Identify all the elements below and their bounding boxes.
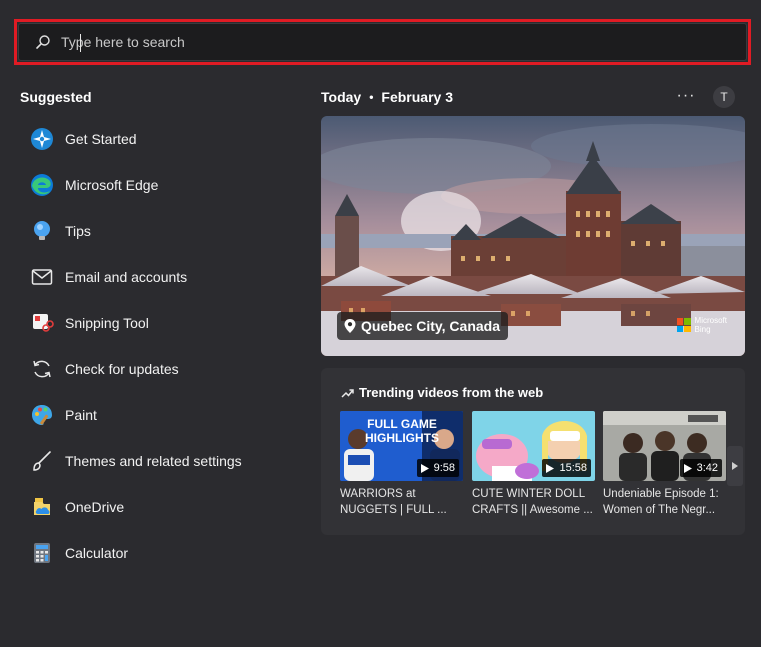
suggested-item-label: Microsoft Edge bbox=[65, 177, 159, 193]
today-header: Today • February 3 bbox=[321, 89, 453, 105]
date-separator: • bbox=[369, 90, 374, 104]
video-duration-badge: 15:58 bbox=[542, 459, 591, 477]
video-title-line2: NUGGETS | FULL ... bbox=[340, 504, 447, 516]
suggested-item-label: OneDrive bbox=[65, 499, 125, 515]
video-duration: 15:58 bbox=[559, 462, 587, 474]
brush-icon bbox=[30, 449, 54, 473]
suggested-item-label: Email and accounts bbox=[65, 269, 188, 285]
more-options-button[interactable]: ··· bbox=[674, 84, 698, 108]
trending-up-icon bbox=[341, 388, 354, 398]
suggested-item-label: Themes and related settings bbox=[65, 453, 242, 469]
video-thumbnail: 3:42 bbox=[603, 411, 726, 481]
trending-videos-card: Trending videos from the web FULL GAME H… bbox=[321, 368, 745, 535]
location-pin-icon bbox=[344, 319, 356, 333]
mail-icon bbox=[30, 265, 54, 289]
location-badge[interactable]: Quebec City, Canada bbox=[337, 312, 509, 340]
video-title: Undeniable Episode 1: Women of The Negr.… bbox=[603, 486, 726, 518]
video-card-3[interactable]: 3:42 Undeniable Episode 1: Women of The … bbox=[603, 411, 726, 518]
text-caret bbox=[80, 34, 81, 52]
video-title-line1: CUTE WINTER DOLL bbox=[472, 488, 586, 500]
edge-icon bbox=[30, 173, 54, 197]
trending-title-text: Trending videos from the web bbox=[359, 385, 544, 400]
tips-icon bbox=[30, 219, 54, 243]
suggested-item-get-started[interactable]: Get Started bbox=[20, 116, 300, 162]
bing-brand-line2: Bing bbox=[694, 325, 711, 334]
video-card-1[interactable]: FULL GAME HIGHLIGHTS 9:58 WARRIORS at NU… bbox=[340, 411, 463, 518]
thumb-text-line1: FULL GAME bbox=[367, 417, 437, 431]
suggested-item-calculator[interactable]: Calculator bbox=[20, 530, 300, 576]
video-thumbnail: FULL GAME HIGHLIGHTS 9:58 bbox=[340, 411, 463, 481]
suggested-item-check-for-updates[interactable]: Check for updates bbox=[20, 346, 300, 392]
suggested-item-onedrive[interactable]: OneDrive bbox=[20, 484, 300, 530]
today-label: Today bbox=[321, 89, 362, 105]
paint-icon bbox=[30, 403, 54, 427]
calculator-icon bbox=[30, 541, 54, 565]
location-name: Quebec City, Canada bbox=[361, 318, 501, 334]
video-title: CUTE WINTER DOLL CRAFTS || Awesome ... bbox=[472, 486, 595, 518]
scroll-right-button[interactable] bbox=[727, 446, 743, 486]
play-icon bbox=[546, 463, 555, 473]
video-title: WARRIORS at NUGGETS | FULL ... bbox=[340, 486, 463, 518]
suggested-item-label: Get Started bbox=[65, 131, 137, 147]
suggested-item-label: Snipping Tool bbox=[65, 315, 149, 331]
video-card-2[interactable]: 15:58 CUTE WINTER DOLL CRAFTS || Awesome… bbox=[472, 411, 595, 518]
play-icon bbox=[683, 463, 692, 473]
trending-title: Trending videos from the web bbox=[341, 385, 543, 400]
microsoft-bing-logo: Microsoft Bing bbox=[676, 316, 727, 334]
suggested-item-label: Check for updates bbox=[65, 361, 179, 377]
suggested-item-email-and-accounts[interactable]: Email and accounts bbox=[20, 254, 300, 300]
suggested-item-themes-and-related-settings[interactable]: Themes and related settings bbox=[20, 438, 300, 484]
snipping-tool-icon bbox=[30, 311, 54, 335]
suggested-item-microsoft-edge[interactable]: Microsoft Edge bbox=[20, 162, 300, 208]
bing-brand-line1: Microsoft bbox=[694, 316, 727, 325]
video-title-line1: WARRIORS at bbox=[340, 488, 416, 500]
video-title-line2: CRAFTS || Awesome ... bbox=[472, 504, 593, 516]
thumb-text-line2: HIGHLIGHTS bbox=[365, 431, 439, 445]
suggested-item-paint[interactable]: Paint bbox=[20, 392, 300, 438]
suggested-list: Get Started Microsoft Edge Tips Email an… bbox=[20, 116, 300, 576]
search-box[interactable] bbox=[18, 23, 747, 61]
chevron-right-icon bbox=[732, 462, 738, 470]
video-title-line1: Undeniable Episode 1: bbox=[603, 488, 719, 500]
video-duration-badge: 9:58 bbox=[416, 459, 459, 477]
suggested-item-tips[interactable]: Tips bbox=[20, 208, 300, 254]
refresh-icon bbox=[30, 357, 54, 381]
play-icon bbox=[420, 463, 429, 473]
microsoft-logo-icon bbox=[676, 318, 691, 332]
search-icon bbox=[36, 35, 50, 49]
suggested-title: Suggested bbox=[20, 89, 92, 105]
video-title-line2: Women of The Negr... bbox=[603, 504, 716, 516]
video-thumbnail: 15:58 bbox=[472, 411, 595, 481]
get-started-icon bbox=[30, 127, 54, 151]
onedrive-icon bbox=[30, 495, 54, 519]
hero-image-card[interactable]: Quebec City, Canada Microsoft Bing bbox=[321, 116, 745, 356]
video-duration: 9:58 bbox=[433, 462, 455, 474]
avatar[interactable]: T bbox=[713, 86, 735, 108]
suggested-item-label: Tips bbox=[65, 223, 91, 239]
suggested-item-label: Paint bbox=[65, 407, 97, 423]
video-duration-badge: 3:42 bbox=[679, 459, 722, 477]
video-duration: 3:42 bbox=[696, 462, 718, 474]
search-input[interactable] bbox=[61, 34, 746, 50]
today-date: February 3 bbox=[381, 89, 453, 105]
suggested-item-snipping-tool[interactable]: Snipping Tool bbox=[20, 300, 300, 346]
suggested-item-label: Calculator bbox=[65, 545, 129, 561]
